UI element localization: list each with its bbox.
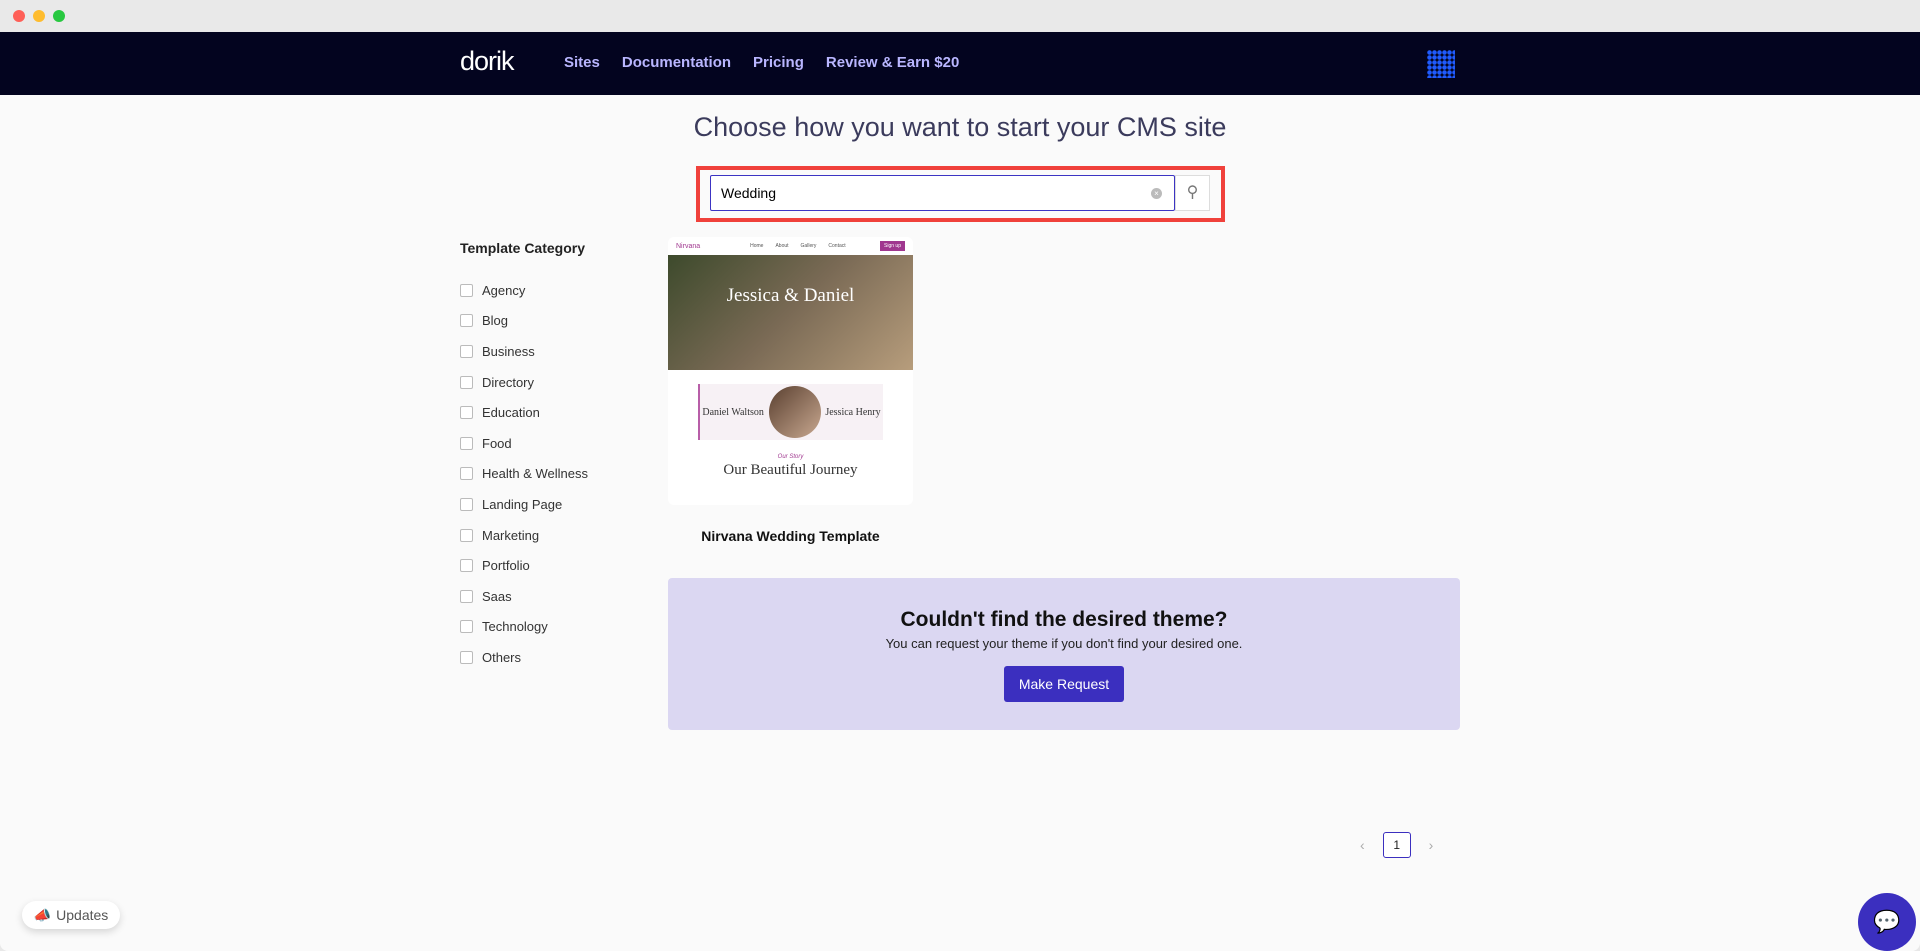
category-item[interactable]: Saas [460, 581, 588, 612]
preview-nav: Nirvana Home About Gallery Contact Sign … [668, 237, 913, 255]
category-checkbox[interactable] [460, 406, 473, 420]
category-checkbox[interactable] [460, 559, 473, 573]
category-label: Education [482, 405, 540, 421]
page-1-button[interactable]: 1 [1382, 832, 1411, 858]
category-label: Health & Wellness [482, 466, 588, 482]
category-label: Business [482, 343, 535, 359]
page: dorik Sites Documentation Pricing Review… [0, 32, 1920, 951]
category-item[interactable]: Agency [460, 275, 588, 306]
nav-link-sites[interactable]: Sites [564, 54, 600, 71]
preview-cta: Sign up [880, 241, 905, 251]
category-item[interactable]: Business [460, 336, 588, 367]
category-checkbox[interactable] [460, 436, 473, 450]
preview-couple: Daniel Waltson Jessica Henry [698, 384, 883, 440]
category-label: Marketing [482, 527, 540, 543]
category-item[interactable]: Landing Page [460, 489, 588, 520]
category-item[interactable]: Others [460, 642, 588, 673]
category-item[interactable]: Directory [460, 367, 588, 398]
logo[interactable]: dorik [460, 46, 515, 77]
category-label: Food [482, 435, 512, 451]
category-checkbox[interactable] [460, 467, 473, 481]
nav-link-review-earn[interactable]: Review & Earn $20 [826, 54, 959, 71]
category-title: Template Category [460, 240, 585, 256]
pagination: ‹ 1 › [1360, 832, 1433, 858]
preview-nav-item: About [775, 243, 789, 249]
updates-label: Updates [56, 907, 109, 923]
maximize-window-button[interactable] [53, 10, 65, 22]
preview-nav-item: Gallery [800, 243, 817, 249]
preview-brand: Nirvana [676, 242, 701, 250]
category-item[interactable]: Technology [460, 612, 588, 643]
category-checkbox[interactable] [460, 650, 473, 664]
category-checkbox[interactable] [460, 314, 473, 328]
clear-circle-icon[interactable]: × [1151, 188, 1162, 199]
megaphone-icon: 📣 [33, 906, 52, 923]
nav-link-documentation[interactable]: Documentation [622, 54, 731, 71]
chat-bubble-icon: 💬 [1873, 909, 1901, 934]
user-avatar[interactable] [1427, 50, 1455, 78]
category-checkbox[interactable] [460, 283, 473, 297]
category-label: Blog [482, 313, 509, 329]
category-label: Agency [482, 282, 526, 298]
category-list: Agency Blog Business Directory Education Food… [460, 275, 588, 673]
close-window-button[interactable] [13, 10, 25, 22]
category-item[interactable]: Health & Wellness [460, 459, 588, 490]
preview-hero-title: Jessica & Daniel [726, 285, 855, 306]
template-card[interactable]: Nirvana Home About Gallery Contact Sign … [668, 237, 913, 505]
chevron-left-icon[interactable]: ‹ [1360, 837, 1365, 853]
category-checkbox[interactable] [460, 344, 473, 358]
chat-button[interactable]: 💬 [1858, 893, 1916, 951]
category-checkbox[interactable] [460, 497, 473, 511]
category-label: Landing Page [482, 496, 563, 512]
search-icon: ⚲ [1186, 184, 1199, 201]
preview-groom: Daniel Waltson [702, 406, 764, 418]
category-item[interactable]: Portfolio [460, 550, 588, 581]
request-title: Couldn't find the desired theme? [900, 608, 1228, 631]
category-item[interactable]: Education [460, 397, 588, 428]
minimize-window-button[interactable] [33, 10, 45, 22]
template-name[interactable]: Nirvana Wedding Template [668, 528, 913, 544]
category-checkbox[interactable] [460, 620, 473, 634]
preview-hero: Jessica & Daniel [668, 255, 913, 370]
preview-nav-item: Contact [828, 243, 846, 249]
category-label: Others [482, 649, 522, 665]
request-theme-panel: Couldn't find the desired theme? You can… [668, 578, 1460, 730]
search-button[interactable]: ⚲ [1175, 175, 1210, 211]
chevron-right-icon[interactable]: › [1429, 837, 1434, 853]
window-chrome [0, 0, 1920, 32]
category-checkbox[interactable] [460, 528, 473, 542]
search-input[interactable] [711, 176, 1131, 210]
category-checkbox[interactable] [460, 375, 473, 389]
category-label: Directory [482, 374, 535, 390]
search-field[interactable]: × [710, 175, 1175, 211]
top-nav: dorik Sites Documentation Pricing Review… [0, 32, 1920, 95]
preview-kicker: Our Story [777, 454, 804, 460]
category-item[interactable]: Food [460, 428, 588, 459]
nav-link-pricing[interactable]: Pricing [753, 54, 804, 71]
category-label: Saas [482, 588, 512, 604]
page-title: Choose how you want to start your CMS si… [693, 112, 1227, 142]
preview-bride: Jessica Henry [825, 406, 881, 418]
preview-section-title: Our Beautiful Journey [723, 462, 858, 478]
category-label: Technology [482, 619, 548, 635]
category-checkbox[interactable] [460, 589, 473, 603]
category-item[interactable]: Marketing [460, 520, 588, 551]
request-subtitle: You can request your theme if you don't … [885, 636, 1243, 651]
category-label: Portfolio [482, 558, 530, 574]
preview-photo [768, 386, 821, 438]
category-item[interactable]: Blog [460, 306, 588, 337]
preview-nav-item: Home [750, 243, 764, 249]
make-request-button[interactable]: Make Request [1003, 666, 1125, 702]
updates-button[interactable]: 📣 Updates [22, 901, 120, 929]
